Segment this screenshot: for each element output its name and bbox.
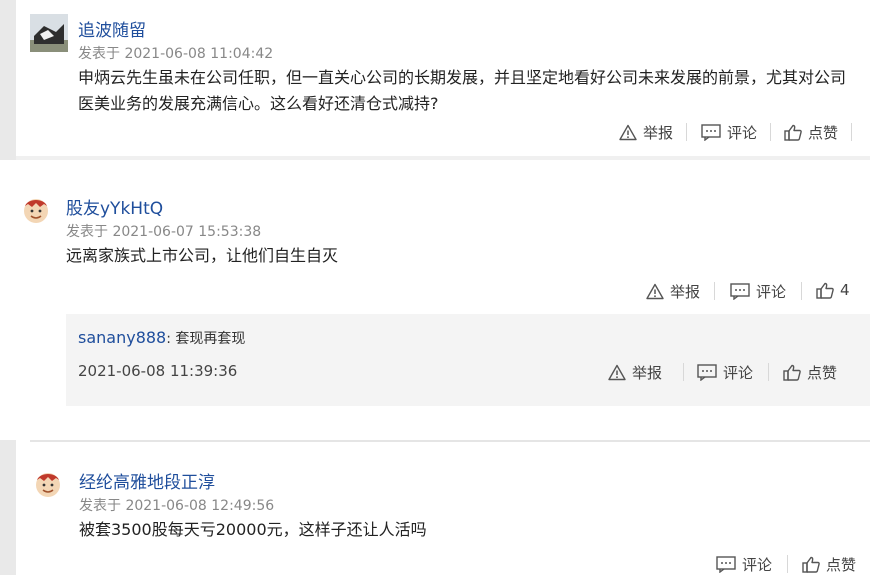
comment-label: 评论 [727,124,758,142]
report-label: 举报 [670,283,701,301]
reply-author[interactable]: sanany888 [78,328,166,347]
left-border [0,0,16,160]
avatar[interactable] [30,14,68,52]
comment-button[interactable]: 评论 [716,554,772,575]
comment-label: 评论 [723,364,754,382]
comment-text: 远离家族式上市公司，让他们自生自灭 [66,246,339,265]
thumbs-up-icon [784,124,802,141]
action-divider [787,555,788,573]
action-divider [768,363,769,381]
comment-icon [716,556,736,573]
like-label: 点赞 [807,364,838,382]
action-divider [683,363,684,381]
comment-label: 评论 [756,283,787,301]
comment-button[interactable]: 评论 [701,122,757,143]
like-button[interactable]: 点赞 [783,362,837,383]
divider [16,156,870,160]
like-button[interactable]: 4 [816,281,850,299]
report-label: 举报 [632,364,663,382]
divider [30,440,870,442]
warning-icon [646,283,664,300]
reply-text: : 套现再套现 [166,331,246,347]
comment-time: 发表于 2021-06-08 11:04:42 [78,46,274,62]
like-button[interactable]: 点赞 [802,554,856,575]
thumbs-up-icon [816,282,834,299]
warning-icon [619,124,637,141]
comment-author[interactable]: 追波随留 [78,16,146,41]
reply-time: 2021-06-08 11:39:36 [78,362,238,380]
left-border [0,440,16,575]
comment-author[interactable]: 经纶高雅地段正淳 [79,468,215,493]
like-label: 点赞 [808,124,839,142]
comment-label: 评论 [742,556,773,574]
action-divider [851,123,852,141]
comment-time: 发表于 2021-06-07 15:53:38 [66,224,262,240]
thumbs-up-icon [802,556,820,573]
report-button[interactable]: 举报 [619,122,673,143]
like-count: 4 [840,281,850,299]
action-divider [770,123,771,141]
comment-text: 申炳云先生虽未在公司任职，但一直关心公司的长期发展，并且坚定地看好公司未来发展的… [78,68,847,113]
avatar[interactable] [34,470,62,498]
report-button[interactable]: 举报 [608,362,662,383]
comment-icon [730,283,750,300]
avatar[interactable] [22,196,50,224]
report-label: 举报 [643,124,674,142]
reply-line: sanany888: 套现再套现 [78,328,245,348]
action-divider [686,123,687,141]
action-divider [801,282,802,300]
like-button[interactable]: 点赞 [784,122,838,143]
comment-button[interactable]: 评论 [697,362,753,383]
action-divider [714,282,715,300]
comment-icon [697,364,717,381]
comment-icon [701,124,721,141]
comment-time: 发表于 2021-06-08 12:49:56 [79,498,275,514]
thumbs-up-icon [783,364,801,381]
comment-author[interactable]: 股友yYkHtQ [66,194,163,219]
comment-button[interactable]: 评论 [730,281,786,302]
report-button[interactable]: 举报 [646,281,700,302]
like-label: 点赞 [826,556,857,574]
comment-text: 被套3500股每天亏20000元，这样子还让人活吗 [79,520,427,539]
warning-icon [608,364,626,381]
